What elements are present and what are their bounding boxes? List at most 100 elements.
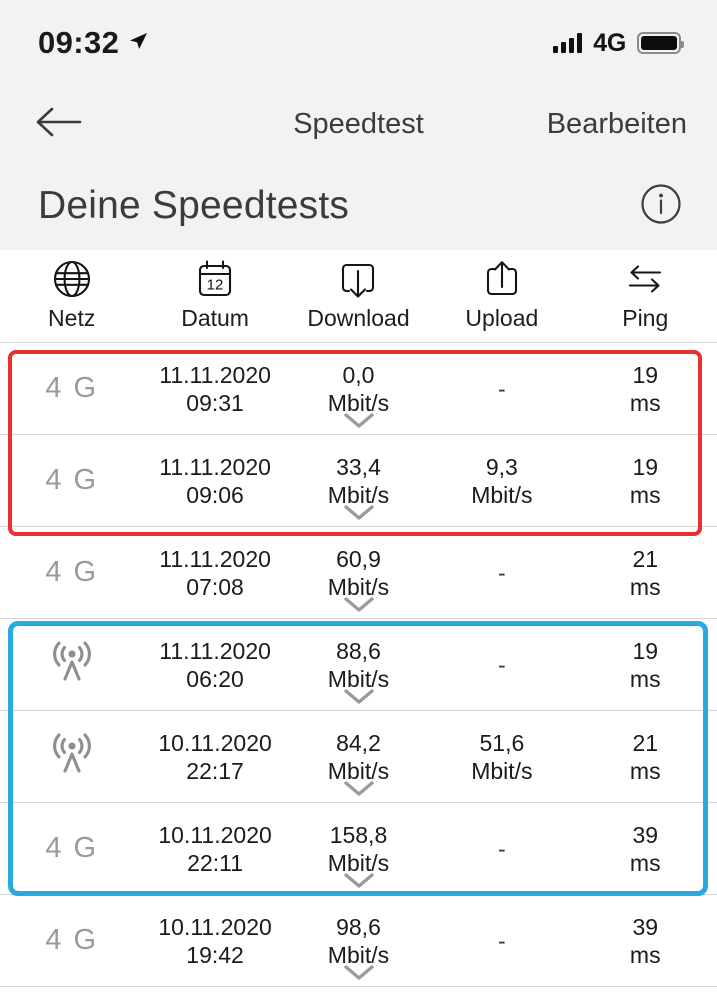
battery-full-icon xyxy=(637,32,684,54)
calendar-icon: 12 xyxy=(193,257,237,301)
ping-value: 39 xyxy=(632,913,659,940)
cell-netz: 4 G xyxy=(0,803,143,895)
ping-unit: ms xyxy=(629,666,661,692)
ping-unit: ms xyxy=(629,574,661,600)
edit-button[interactable]: Bearbeiten xyxy=(547,108,687,141)
cell-upload: 9,3 Mbit/s xyxy=(430,435,573,527)
cell-upload: - xyxy=(430,895,573,987)
expand-row-button[interactable] xyxy=(286,961,431,987)
table-row[interactable]: 11.11.2020 06:20 88,6 Mbit/s - 19 ms xyxy=(0,619,717,711)
cell-datum: 10.11.2020 19:42 xyxy=(143,895,286,987)
status-bar: 09:32 4G xyxy=(0,0,717,86)
table-row[interactable]: 4 G 11.11.2020 09:31 0,0 Mbit/s - 19 ms xyxy=(0,343,717,435)
cell-datum: 11.11.2020 06:20 xyxy=(143,619,286,711)
expand-row-button[interactable] xyxy=(286,869,431,895)
table-row[interactable]: 10.11.2020 22:17 84,2 Mbit/s 51,6 Mbit/s… xyxy=(0,711,717,803)
upload-value: 51,6 xyxy=(479,729,525,756)
expand-row-button[interactable] xyxy=(286,593,431,619)
swap-arrows-icon xyxy=(623,257,667,301)
download-value: 98,6 xyxy=(336,913,381,940)
4g-label: 4 G xyxy=(45,556,99,589)
expand-row-button[interactable] xyxy=(286,685,431,711)
column-header-label: Netz xyxy=(48,305,96,331)
row-date: 10.11.2020 xyxy=(158,913,272,940)
back-button[interactable] xyxy=(32,97,86,151)
upload-value: - xyxy=(498,927,506,954)
download-value: 0,0 xyxy=(342,361,375,388)
table-row[interactable]: 4 G 11.11.2020 09:06 33,4 Mbit/s 9,3 Mbi… xyxy=(0,435,717,527)
page-header: Deine Speedtests xyxy=(0,162,717,250)
ping-unit: ms xyxy=(629,390,661,416)
info-button[interactable] xyxy=(639,182,683,231)
cell-upload: 51,6 Mbit/s xyxy=(430,711,573,803)
download-value: 60,9 xyxy=(336,545,381,572)
expand-row-button[interactable] xyxy=(286,501,431,527)
row-date: 11.11.2020 xyxy=(159,361,271,388)
cell-netz xyxy=(0,711,143,803)
svg-text:12: 12 xyxy=(207,277,224,294)
expand-row-button[interactable] xyxy=(286,777,431,803)
column-header-netz[interactable]: Netz xyxy=(0,250,143,332)
column-header-datum[interactable]: 12 Datum xyxy=(143,250,286,332)
globe-icon xyxy=(50,257,94,301)
column-header-download[interactable]: Download xyxy=(287,250,430,332)
antenna-icon xyxy=(44,634,100,696)
cell-upload: - xyxy=(430,619,573,711)
cell-datum: 11.11.2020 09:06 xyxy=(143,435,286,527)
info-circle-icon xyxy=(639,183,683,230)
cell-netz: 4 G xyxy=(0,527,143,619)
row-time: 07:08 xyxy=(186,574,244,600)
status-time: 09:32 xyxy=(38,25,120,60)
table-row[interactable]: 4 G 11.11.2020 07:08 60,9 Mbit/s - 21 ms xyxy=(0,527,717,619)
expand-row-button[interactable] xyxy=(286,409,431,435)
4g-label: 4 G xyxy=(45,372,99,405)
table-row[interactable]: 4 G 10.11.2020 22:11 158,8 Mbit/s - 39 m… xyxy=(0,803,717,895)
signal-bars-icon xyxy=(553,33,583,53)
status-bar-right: 4G xyxy=(553,28,684,58)
row-time: 06:20 xyxy=(186,666,244,692)
cell-ping: 39 ms xyxy=(574,803,717,895)
status-bar-left: 09:32 xyxy=(38,25,149,61)
cell-netz: 4 G xyxy=(0,435,143,527)
upload-unit: Mbit/s xyxy=(471,758,533,784)
upload-unit: Mbit/s xyxy=(471,482,533,508)
cell-ping: 19 ms xyxy=(574,435,717,527)
row-time: 09:06 xyxy=(186,482,244,508)
column-header-ping[interactable]: Ping xyxy=(574,250,717,332)
ping-unit: ms xyxy=(629,758,661,784)
download-value: 158,8 xyxy=(329,821,388,848)
cell-netz: 4 G xyxy=(0,343,143,435)
cell-datum: 10.11.2020 22:11 xyxy=(143,803,286,895)
top-chrome: 09:32 4G Speedtest Bearbeiten Deine Spee… xyxy=(0,0,717,250)
row-date: 11.11.2020 xyxy=(159,545,271,572)
ping-value: 19 xyxy=(632,361,659,388)
upload-icon xyxy=(480,257,524,301)
column-header-label: Ping xyxy=(622,305,669,331)
network-type-label: 4G xyxy=(593,28,626,57)
cell-ping: 21 ms xyxy=(574,527,717,619)
ping-value: 39 xyxy=(632,821,659,848)
cell-netz xyxy=(0,619,143,711)
upload-value: 9,3 xyxy=(485,453,518,480)
cell-upload: - xyxy=(430,343,573,435)
column-header-upload[interactable]: Upload xyxy=(430,250,573,332)
cell-upload: - xyxy=(430,527,573,619)
cell-ping: 21 ms xyxy=(574,711,717,803)
4g-label: 4 G xyxy=(45,464,99,497)
table-row[interactable]: 4 G 10.11.2020 19:42 98,6 Mbit/s - 39 ms xyxy=(0,895,717,987)
back-arrow-icon xyxy=(34,105,84,144)
ping-unit: ms xyxy=(629,482,661,508)
row-date: 10.11.2020 xyxy=(158,821,272,848)
table-header-row: Netz 12 Datum Download Upload Ping xyxy=(0,250,717,343)
column-header-label: Download xyxy=(307,305,410,331)
cell-datum: 11.11.2020 07:08 xyxy=(143,527,286,619)
location-arrow-icon xyxy=(127,30,149,57)
upload-value: - xyxy=(498,559,506,586)
cell-ping: 19 ms xyxy=(574,619,717,711)
row-time: 19:42 xyxy=(186,942,244,968)
nav-bar: Speedtest Bearbeiten xyxy=(0,86,717,162)
cell-ping: 39 ms xyxy=(574,895,717,987)
4g-label: 4 G xyxy=(45,832,99,865)
row-time: 22:11 xyxy=(187,850,244,876)
page-title: Deine Speedtests xyxy=(38,184,350,227)
